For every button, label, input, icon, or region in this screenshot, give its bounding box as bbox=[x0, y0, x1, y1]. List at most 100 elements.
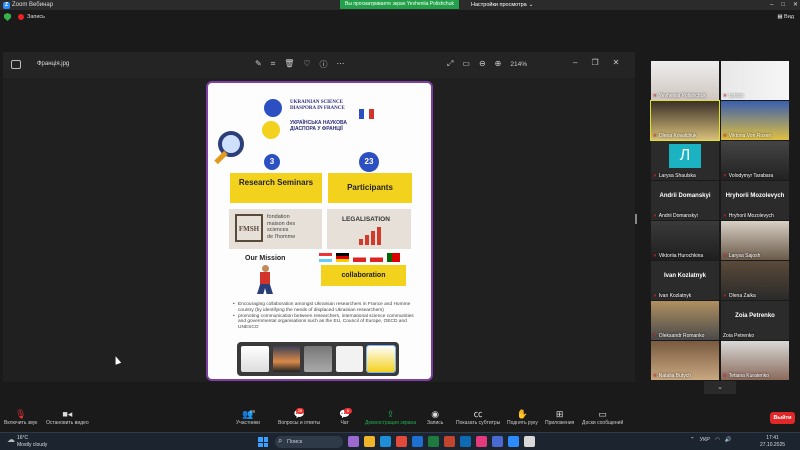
powerpoint-icon[interactable] bbox=[444, 436, 455, 447]
qa-label: Вопросы и ответы bbox=[278, 420, 321, 426]
clock[interactable]: 17:41 27.10.2025 bbox=[760, 435, 785, 448]
photos-icon[interactable] bbox=[524, 436, 535, 447]
stop-video-button[interactable]: ■◂ Остановить видео bbox=[46, 408, 89, 426]
expand-icon[interactable]: ⤢ bbox=[447, 59, 453, 70]
participant-tile[interactable]: Viktoriia Hurochkina bbox=[651, 221, 719, 260]
participant-tile[interactable]: Lyman bbox=[721, 61, 789, 100]
flags-row bbox=[319, 253, 400, 262]
participant-name: Olena Zaika bbox=[723, 293, 756, 299]
subtitles-button[interactable]: ㏄ Показать субтитры bbox=[456, 408, 500, 426]
participant-tile[interactable]: Л Larysa Shaulska bbox=[651, 141, 719, 180]
wifi-icon[interactable]: ◠ bbox=[715, 437, 720, 443]
viewer-maximize-icon[interactable]: ❐ bbox=[591, 58, 598, 67]
app-icon[interactable] bbox=[476, 436, 487, 447]
leave-button[interactable]: Выйти bbox=[770, 412, 795, 424]
camera-icon: ■◂ bbox=[62, 409, 73, 419]
participant-tile[interactable]: Viktoria Von Rosen bbox=[721, 101, 789, 140]
participants-button[interactable]: 👥 99 Участники bbox=[236, 408, 260, 426]
participant-tile[interactable]: Volodymyr Tarabara bbox=[721, 141, 789, 180]
taskbar-search[interactable]: Поиск bbox=[275, 435, 343, 448]
thumbnail[interactable] bbox=[304, 346, 332, 372]
windows-start-icon[interactable] bbox=[258, 437, 268, 447]
minimize-icon[interactable]: – bbox=[770, 0, 773, 10]
apps-button[interactable]: ⊞ Приложения bbox=[545, 408, 574, 426]
chat-badge: 6 bbox=[344, 408, 352, 414]
view-button[interactable]: ▦ Вид bbox=[777, 10, 794, 24]
word-icon[interactable] bbox=[412, 436, 423, 447]
participant-tile[interactable]: Tetiana Kuratenko bbox=[721, 341, 789, 380]
more-icon[interactable]: ⋯ bbox=[337, 59, 345, 70]
thumbnail[interactable] bbox=[241, 346, 269, 372]
view-options-button[interactable]: Настройки просмотра bbox=[471, 0, 533, 10]
edit-icon[interactable]: ✎ bbox=[255, 59, 262, 70]
raise-hand-button[interactable]: ✋ Поднять руку bbox=[507, 408, 538, 426]
weather-widget[interactable]: 16°C Mostly cloudy bbox=[7, 435, 47, 448]
fmsh-text: fondation maison des sciences de l'homme bbox=[267, 214, 295, 240]
view-label: Вид bbox=[784, 14, 794, 20]
unmute-label: Включить звук bbox=[4, 420, 38, 426]
participant-name: Andrii Domanskyi bbox=[653, 213, 698, 219]
share-screen-button[interactable]: ⇪ Демонстрация экрана bbox=[365, 408, 416, 426]
chat-button[interactable]: 💬 6 Чат bbox=[339, 408, 352, 426]
participant-tile[interactable]: Hryhorii Mozolevych Hryhorii Mozolevych bbox=[721, 181, 789, 220]
whiteboards-button[interactable]: ▭ Доски сообщений bbox=[582, 408, 623, 426]
unmute-button[interactable]: 🎙 Включить звук bbox=[4, 408, 37, 426]
participant-tile[interactable]: Andrii Domanskyi Andrii Domanskyi bbox=[651, 181, 719, 220]
heart-icon[interactable]: ♡ bbox=[303, 59, 310, 70]
qa-button[interactable]: 💬 26 Вопросы и ответы bbox=[278, 408, 320, 426]
title-ua-line-2: ДІАСПОРА У ФРАНЦІЇ bbox=[290, 126, 343, 132]
info-icon[interactable]: ⓘ bbox=[320, 59, 328, 70]
thumbnail[interactable] bbox=[272, 346, 301, 372]
participant-tile[interactable]: Larysa Sajosh bbox=[721, 221, 789, 260]
excel-icon[interactable] bbox=[428, 436, 439, 447]
record-label: Запись bbox=[427, 420, 444, 426]
cc-icon: ㏄ bbox=[473, 409, 483, 419]
delete-icon[interactable]: 🗑 bbox=[284, 59, 294, 70]
teams-icon[interactable] bbox=[492, 436, 503, 447]
participant-tile[interactable]: Zoia Petrenko Zoia Petrenko bbox=[721, 301, 789, 340]
participant-name: Viktoria Von Rosen bbox=[723, 133, 771, 139]
language-indicator[interactable]: УКР bbox=[700, 437, 710, 443]
zoom-level[interactable]: 214% bbox=[510, 59, 527, 70]
viewer-minimize-icon[interactable]: – bbox=[573, 58, 577, 67]
hero-figure bbox=[253, 265, 277, 295]
maximize-icon[interactable]: □ bbox=[781, 0, 785, 10]
chrome-icon[interactable] bbox=[396, 436, 407, 447]
thumbnail[interactable] bbox=[335, 346, 364, 372]
participant-big-name: Hryhorii Mozolevych bbox=[725, 193, 785, 199]
participant-tile[interactable]: Oleksandr Romanko bbox=[651, 301, 719, 340]
shield-icon[interactable] bbox=[4, 13, 11, 21]
participant-tile-speaking[interactable]: Olena Kovalchuk bbox=[650, 100, 720, 141]
file-name: Франція.jpg bbox=[37, 61, 70, 67]
zoom-out-icon[interactable]: ⊖ bbox=[479, 59, 486, 70]
volume-icon[interactable]: 🔊 bbox=[725, 437, 732, 443]
participant-tile[interactable]: Ivan Kozlatnyk Ivan Kozlatnyk bbox=[651, 261, 719, 300]
app-icon[interactable] bbox=[348, 436, 359, 447]
fit-icon[interactable]: ▭ bbox=[462, 59, 470, 70]
outlook-icon[interactable] bbox=[460, 436, 471, 447]
viewer-window-controls: – ❐ ✕ bbox=[573, 58, 619, 67]
record-button[interactable]: ◉ Запись bbox=[427, 408, 443, 426]
france-flag-icon bbox=[359, 109, 374, 119]
edit-tools: ✎ ⌗ 🗑 ♡ ⓘ ⋯ bbox=[255, 59, 345, 70]
participant-tile[interactable]: Olena Zaika bbox=[721, 261, 789, 300]
folder-icon[interactable] bbox=[364, 436, 375, 447]
participant-name: Tetiana Kuratenko bbox=[723, 373, 769, 379]
share-screen-label: Демонстрация экрана bbox=[365, 420, 417, 426]
gallery-more-chevron-icon[interactable]: ⌄ bbox=[704, 381, 736, 394]
close-icon[interactable]: ✕ bbox=[793, 0, 798, 10]
participant-tile[interactable]: Natalia Butych bbox=[651, 341, 719, 380]
zoom-in-icon[interactable]: ⊕ bbox=[495, 59, 502, 70]
thumbnail-active[interactable] bbox=[366, 345, 396, 373]
splitter-handle[interactable] bbox=[635, 214, 637, 224]
fmsh-logo-text: FMSH bbox=[238, 225, 260, 233]
viewer-close-icon[interactable]: ✕ bbox=[613, 58, 620, 67]
chevron-up-icon[interactable]: ⌃ bbox=[690, 437, 695, 443]
crop-icon[interactable]: ⌗ bbox=[271, 59, 276, 70]
participant-name: Zoia Petrenko bbox=[723, 333, 755, 339]
zoom-taskbar-icon[interactable] bbox=[508, 436, 519, 447]
participant-tile[interactable]: Yevheniia Polishchuk bbox=[651, 61, 719, 100]
edge-icon[interactable] bbox=[380, 436, 391, 447]
participants-icon: 👥 bbox=[242, 409, 254, 419]
filmstrip bbox=[237, 342, 399, 376]
